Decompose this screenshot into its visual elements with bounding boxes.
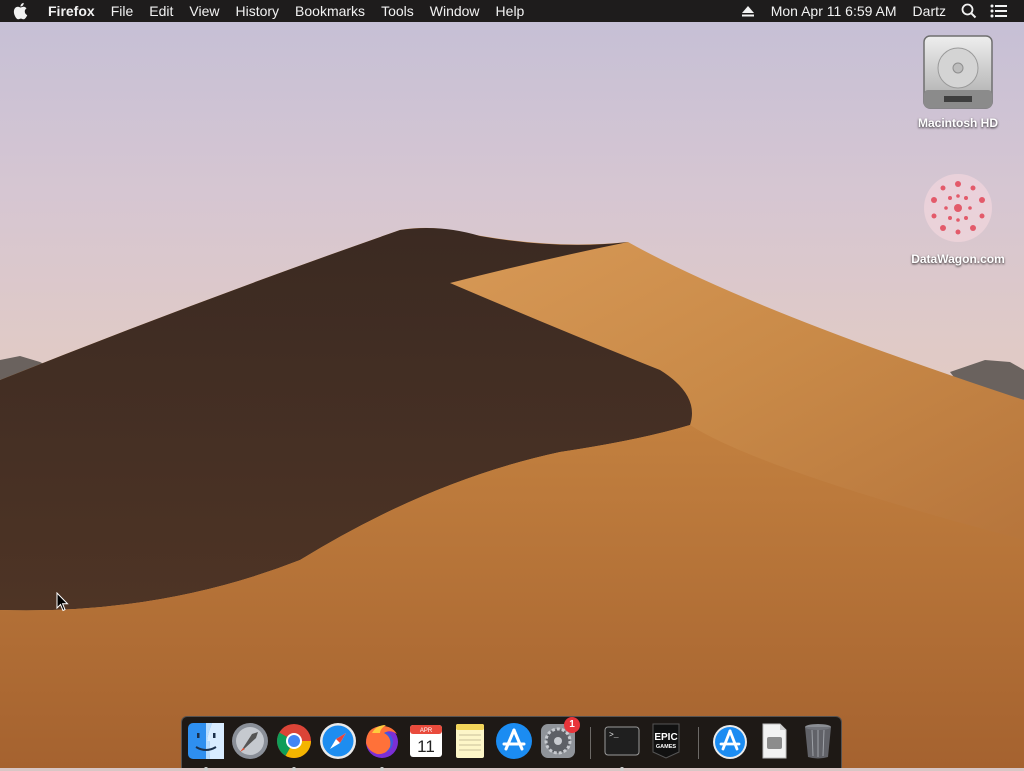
dock-item-safari[interactable] (318, 721, 358, 761)
dock-item-finder[interactable] (186, 721, 226, 771)
mouse-cursor-icon (56, 592, 69, 612)
terminal-prompt: >_ (609, 731, 619, 740)
dock-item-terminal[interactable]: >_ (602, 721, 642, 771)
menu-tools[interactable]: Tools (373, 0, 422, 22)
safari-icon (320, 723, 356, 759)
calendar-month: APR (420, 728, 433, 734)
hard-drive-icon (918, 32, 998, 112)
finder-icon (188, 723, 224, 759)
app-store-folder-icon (713, 725, 747, 759)
menu-edit[interactable]: Edit (141, 0, 181, 22)
desktop-icon-datawagon[interactable]: DataWagon.com (898, 168, 1018, 266)
firefox-icon (366, 725, 398, 758)
notification-badge: 1 (564, 717, 580, 733)
dock-item-app-store-downloads[interactable] (710, 721, 750, 761)
desktop-icon-label: DataWagon.com (911, 252, 1005, 266)
menu-window[interactable]: Window (422, 0, 488, 22)
desktop-wallpaper (0, 0, 1024, 768)
apple-icon (13, 2, 28, 20)
notes-icon (456, 724, 484, 758)
apple-menu[interactable] (0, 0, 40, 22)
menu-clock[interactable]: Mon Apr 11 6:59 AM (763, 0, 905, 22)
menu-file[interactable]: File (103, 0, 142, 22)
dock-item-epic-games[interactable]: EPIC GAMES (646, 721, 686, 761)
epic-label-bottom: GAMES (656, 744, 677, 750)
menu-user[interactable]: Dartz (905, 0, 954, 22)
app-store-icon (496, 723, 532, 759)
dock: APR 11 1 >_ EPIC GAMES (181, 716, 842, 771)
menu-app-name[interactable]: Firefox (40, 0, 103, 22)
menu-bar-status-area: Mon Apr 11 6:59 AM Dartz (733, 0, 1024, 22)
calendar-icon: APR 11 (410, 725, 442, 757)
calendar-day: 11 (417, 737, 435, 756)
epic-label-top: EPIC (654, 732, 677, 743)
chrome-icon (277, 724, 311, 758)
datawagon-disk-icon (918, 168, 998, 248)
terminal-icon: >_ (604, 726, 640, 756)
dock-item-notes[interactable] (450, 721, 490, 761)
notification-center-icon[interactable] (984, 0, 1014, 22)
desktop-icon-label: Macintosh HD (917, 116, 998, 130)
launchpad-icon (232, 723, 268, 759)
menu-bookmarks[interactable]: Bookmarks (287, 0, 373, 22)
epic-games-icon: EPIC GAMES (652, 723, 680, 759)
dock-item-firefox[interactable] (362, 721, 402, 771)
dock-separator (698, 727, 699, 759)
dock-item-system-preferences[interactable]: 1 (538, 717, 580, 761)
desktop-icon-macintosh-hd[interactable]: Macintosh HD (898, 32, 1018, 130)
dock-separator (590, 727, 591, 759)
spotlight-search-icon[interactable] (954, 0, 984, 22)
dock-item-calendar[interactable]: APR 11 (406, 721, 446, 761)
menu-view[interactable]: View (181, 0, 227, 22)
dock-item-chrome[interactable] (274, 721, 314, 771)
trash-icon (805, 724, 831, 759)
dock-item-launchpad[interactable] (230, 721, 270, 761)
desktop (0, 0, 1024, 768)
eject-icon[interactable] (733, 0, 763, 22)
menu-bar: Firefox File Edit View History Bookmarks… (0, 0, 1024, 22)
dock-item-app-store[interactable] (494, 721, 534, 761)
dock-item-document[interactable] (754, 721, 794, 761)
menu-help[interactable]: Help (488, 0, 533, 22)
dock-item-trash[interactable] (798, 721, 838, 761)
document-icon (762, 723, 787, 759)
menu-history[interactable]: History (227, 0, 287, 22)
